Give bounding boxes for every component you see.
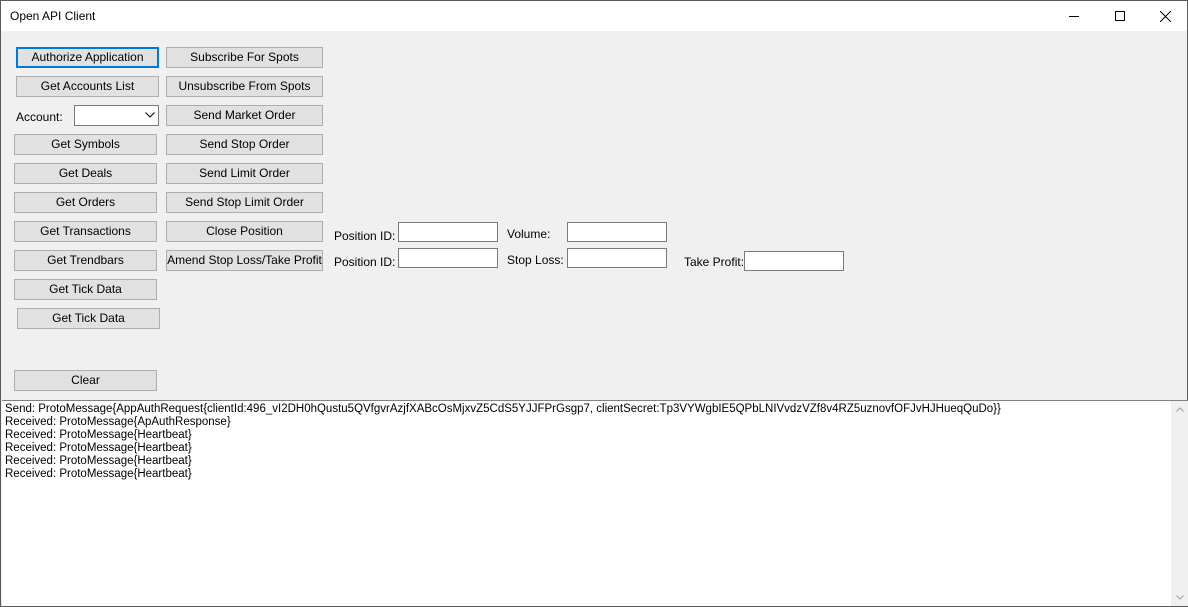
app-window: Open API Client Authorize Application Ge… [0, 0, 1188, 607]
minimize-button[interactable] [1051, 1, 1097, 31]
log-scrollbar[interactable] [1171, 401, 1188, 606]
get-deals-button[interactable]: Get Deals [14, 163, 157, 184]
close-position-id-input[interactable] [398, 222, 498, 242]
subscribe-for-spots-button[interactable]: Subscribe For Spots [166, 47, 323, 68]
account-select[interactable] [74, 105, 159, 126]
log-line: Send: ProtoMessage{AppAuthRequest{client… [5, 403, 1001, 415]
get-orders-button[interactable]: Get Orders [14, 192, 157, 213]
take-profit-input[interactable] [744, 251, 844, 271]
volume-label: Volume: [507, 227, 551, 241]
amend-position-id-label: Position ID: [334, 255, 396, 269]
clear-button[interactable]: Clear [14, 370, 157, 391]
log-line: Received: ProtoMessage{ApAuthResponse} [5, 416, 231, 428]
get-accounts-list-button[interactable]: Get Accounts List [16, 76, 159, 97]
maximize-button[interactable] [1097, 1, 1143, 31]
log-line: Received: ProtoMessage{Heartbeat} [5, 468, 192, 480]
title-bar: Open API Client [1, 1, 1187, 31]
send-stop-order-button[interactable]: Send Stop Order [166, 134, 323, 155]
scroll-down-button[interactable] [1171, 589, 1188, 606]
unsubscribe-from-spots-button[interactable]: Unsubscribe From Spots [166, 76, 323, 97]
log-line: Received: ProtoMessage{Heartbeat} [5, 442, 192, 454]
stop-loss-label: Stop Loss: [507, 253, 564, 267]
volume-input[interactable] [567, 222, 667, 242]
send-stop-limit-order-button[interactable]: Send Stop Limit Order [166, 192, 323, 213]
send-market-order-button[interactable]: Send Market Order [166, 105, 323, 126]
amend-sl-tp-button[interactable]: Amend Stop Loss/Take Profit [166, 250, 323, 271]
log-line: Received: ProtoMessage{Heartbeat} [5, 455, 192, 467]
chevron-down-icon [145, 112, 155, 118]
close-icon [1159, 10, 1171, 22]
get-symbols-button[interactable]: Get Symbols [14, 134, 157, 155]
log-content: Send: ProtoMessage{AppAuthRequest{client… [5, 403, 1169, 481]
chevron-up-icon [1175, 407, 1184, 412]
close-button[interactable] [1142, 1, 1188, 31]
get-transactions-button[interactable]: Get Transactions [14, 221, 157, 242]
scroll-up-button[interactable] [1171, 401, 1188, 418]
account-label: Account: [16, 110, 63, 124]
get-tick-data-button[interactable]: Get Tick Data [14, 279, 157, 300]
log-textbox[interactable]: Send: ProtoMessage{AppAuthRequest{client… [2, 400, 1188, 606]
window-title: Open API Client [10, 9, 96, 23]
take-profit-label: Take Profit: [684, 255, 745, 269]
close-position-button[interactable]: Close Position [166, 221, 323, 242]
stop-loss-input[interactable] [567, 248, 667, 268]
maximize-icon [1115, 11, 1125, 21]
authorize-application-button[interactable]: Authorize Application [16, 47, 159, 68]
chevron-down-icon [1175, 595, 1184, 600]
minimize-icon [1069, 16, 1079, 17]
send-limit-order-button[interactable]: Send Limit Order [166, 163, 323, 184]
get-trendbars-button[interactable]: Get Trendbars [14, 250, 157, 271]
get-tick-data-button-2[interactable]: Get Tick Data [17, 308, 160, 329]
close-position-id-label: Position ID: [334, 229, 396, 243]
amend-position-id-input[interactable] [398, 248, 498, 268]
log-line: Received: ProtoMessage{Heartbeat} [5, 429, 192, 441]
